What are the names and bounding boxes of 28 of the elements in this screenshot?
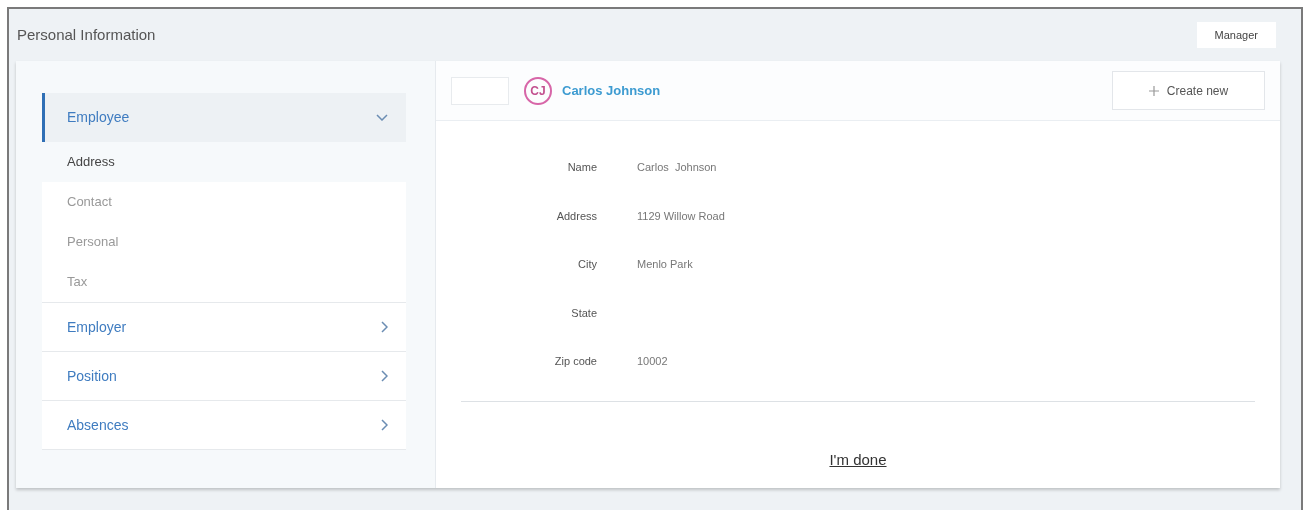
field-value: 10002 [637,354,668,369]
field-label: Name [566,160,597,175]
nav-section[interactable]: Employee [42,93,406,142]
field-label: Address [555,208,597,224]
nav-subitem[interactable]: Address [42,142,406,182]
done-link[interactable]: I'm done [829,448,887,471]
nav-subitem[interactable]: Personal [42,222,406,262]
field-label: Zip code [553,354,597,369]
nav-section[interactable]: Position [42,352,406,401]
chevron-right-icon [381,370,388,382]
chevron-right-icon [381,321,388,333]
nav-subitem[interactable]: Tax [42,262,406,302]
field-value: Carlos Johnson [637,160,717,175]
nav-section[interactable]: Absences [42,401,406,450]
chevron-down-icon [376,114,388,121]
field-label: State [570,305,597,321]
avatar-initials: CJ [524,76,552,105]
nav-subitem[interactable]: Contact [42,182,406,222]
field-label: City [577,257,597,272]
field-value: 1129 Willow Road [637,208,725,224]
field-value: Menlo Park [637,257,693,272]
record-name-link[interactable]: Carlos Johnson [562,80,661,101]
create-new-button[interactable]: Create new [1112,71,1265,110]
page-title: Personal Information [17,24,156,45]
manager-button[interactable]: Manager [1196,22,1276,48]
chevron-right-icon [381,419,388,431]
nav-section[interactable]: Employer [42,303,406,352]
plus-icon [1148,85,1159,96]
